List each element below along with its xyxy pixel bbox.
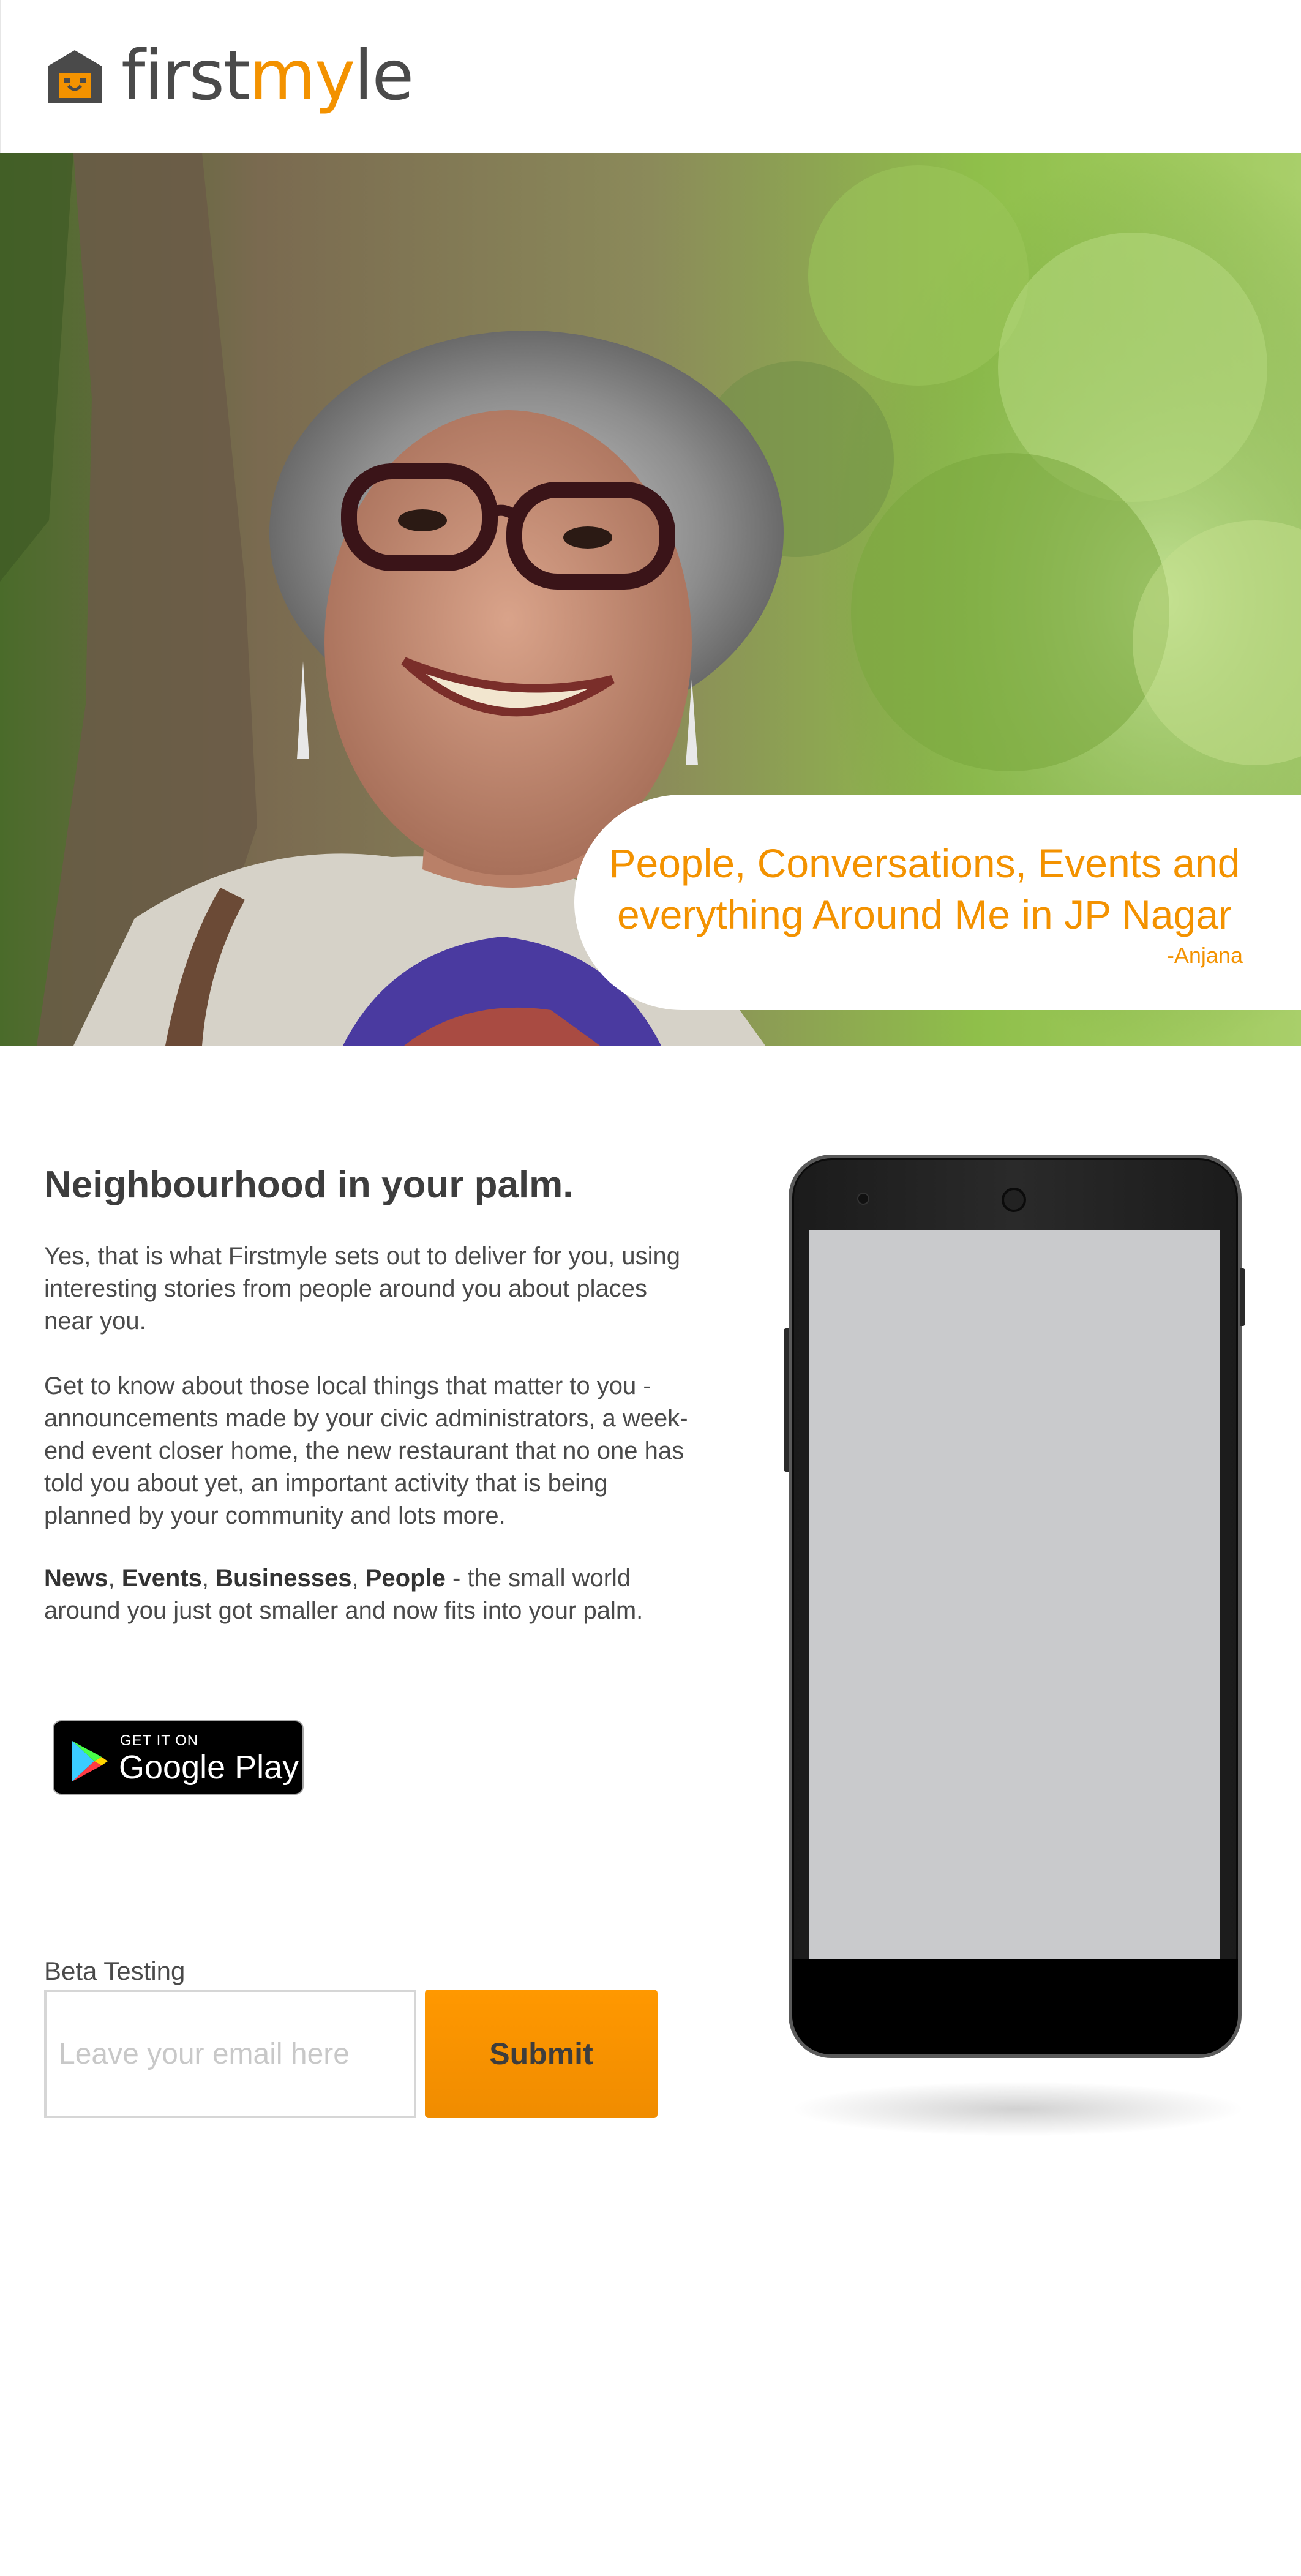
badge-big-text: Google Play xyxy=(119,1749,299,1786)
submit-button[interactable]: Submit xyxy=(425,1990,658,2118)
category-businesses: Businesses xyxy=(216,1565,352,1592)
brand-wordmark: firstmyle xyxy=(121,42,414,110)
separator: , xyxy=(201,1565,216,1592)
brand-name-suffix: le xyxy=(354,36,414,116)
google-play-badge[interactable]: GET IT ON Google Play xyxy=(53,1720,304,1795)
section-heading: Neighbourhood in your palm. xyxy=(44,1164,574,1206)
details-paragraph: Get to know about those local things tha… xyxy=(44,1372,688,1529)
phone-volume-button xyxy=(784,1328,789,1472)
phone-power-button xyxy=(1240,1268,1245,1326)
beta-testing-label: Beta Testing xyxy=(44,1956,186,1985)
badge-small-text: GET IT ON xyxy=(120,1732,199,1749)
category-news: News xyxy=(44,1565,108,1592)
intro-paragraph: Yes, that is what Firstmyle sets out to … xyxy=(44,1243,680,1335)
phone-camera-icon xyxy=(1002,1188,1026,1212)
hero-banner: People, Conversations, Events and everyt… xyxy=(0,153,1301,1046)
brand-name-accent: my xyxy=(249,36,355,116)
testimonial-quote: People, Conversations, Events and everyt… xyxy=(609,841,1240,937)
separator: , xyxy=(108,1565,122,1592)
separator: , xyxy=(351,1565,366,1592)
site-header: firstmyle xyxy=(0,0,1301,153)
category-people: People xyxy=(365,1565,446,1592)
house-logo-icon xyxy=(48,50,102,103)
brand-logo[interactable]: firstmyle xyxy=(45,42,414,110)
category-events: Events xyxy=(121,1565,202,1592)
categories-paragraph: News, Events, Businesses, People - the s… xyxy=(44,1562,693,1627)
phone-screen xyxy=(809,1230,1220,1959)
phone-shadow xyxy=(790,2081,1246,2136)
email-field[interactable] xyxy=(44,1990,416,2118)
phone-sensor-icon xyxy=(858,1194,868,1204)
phone-bottom-bezel xyxy=(792,1959,1238,2054)
google-play-icon xyxy=(72,1741,108,1781)
brand-name-prefix: first xyxy=(121,36,250,116)
testimonial-author: -Anjana xyxy=(1166,943,1243,968)
